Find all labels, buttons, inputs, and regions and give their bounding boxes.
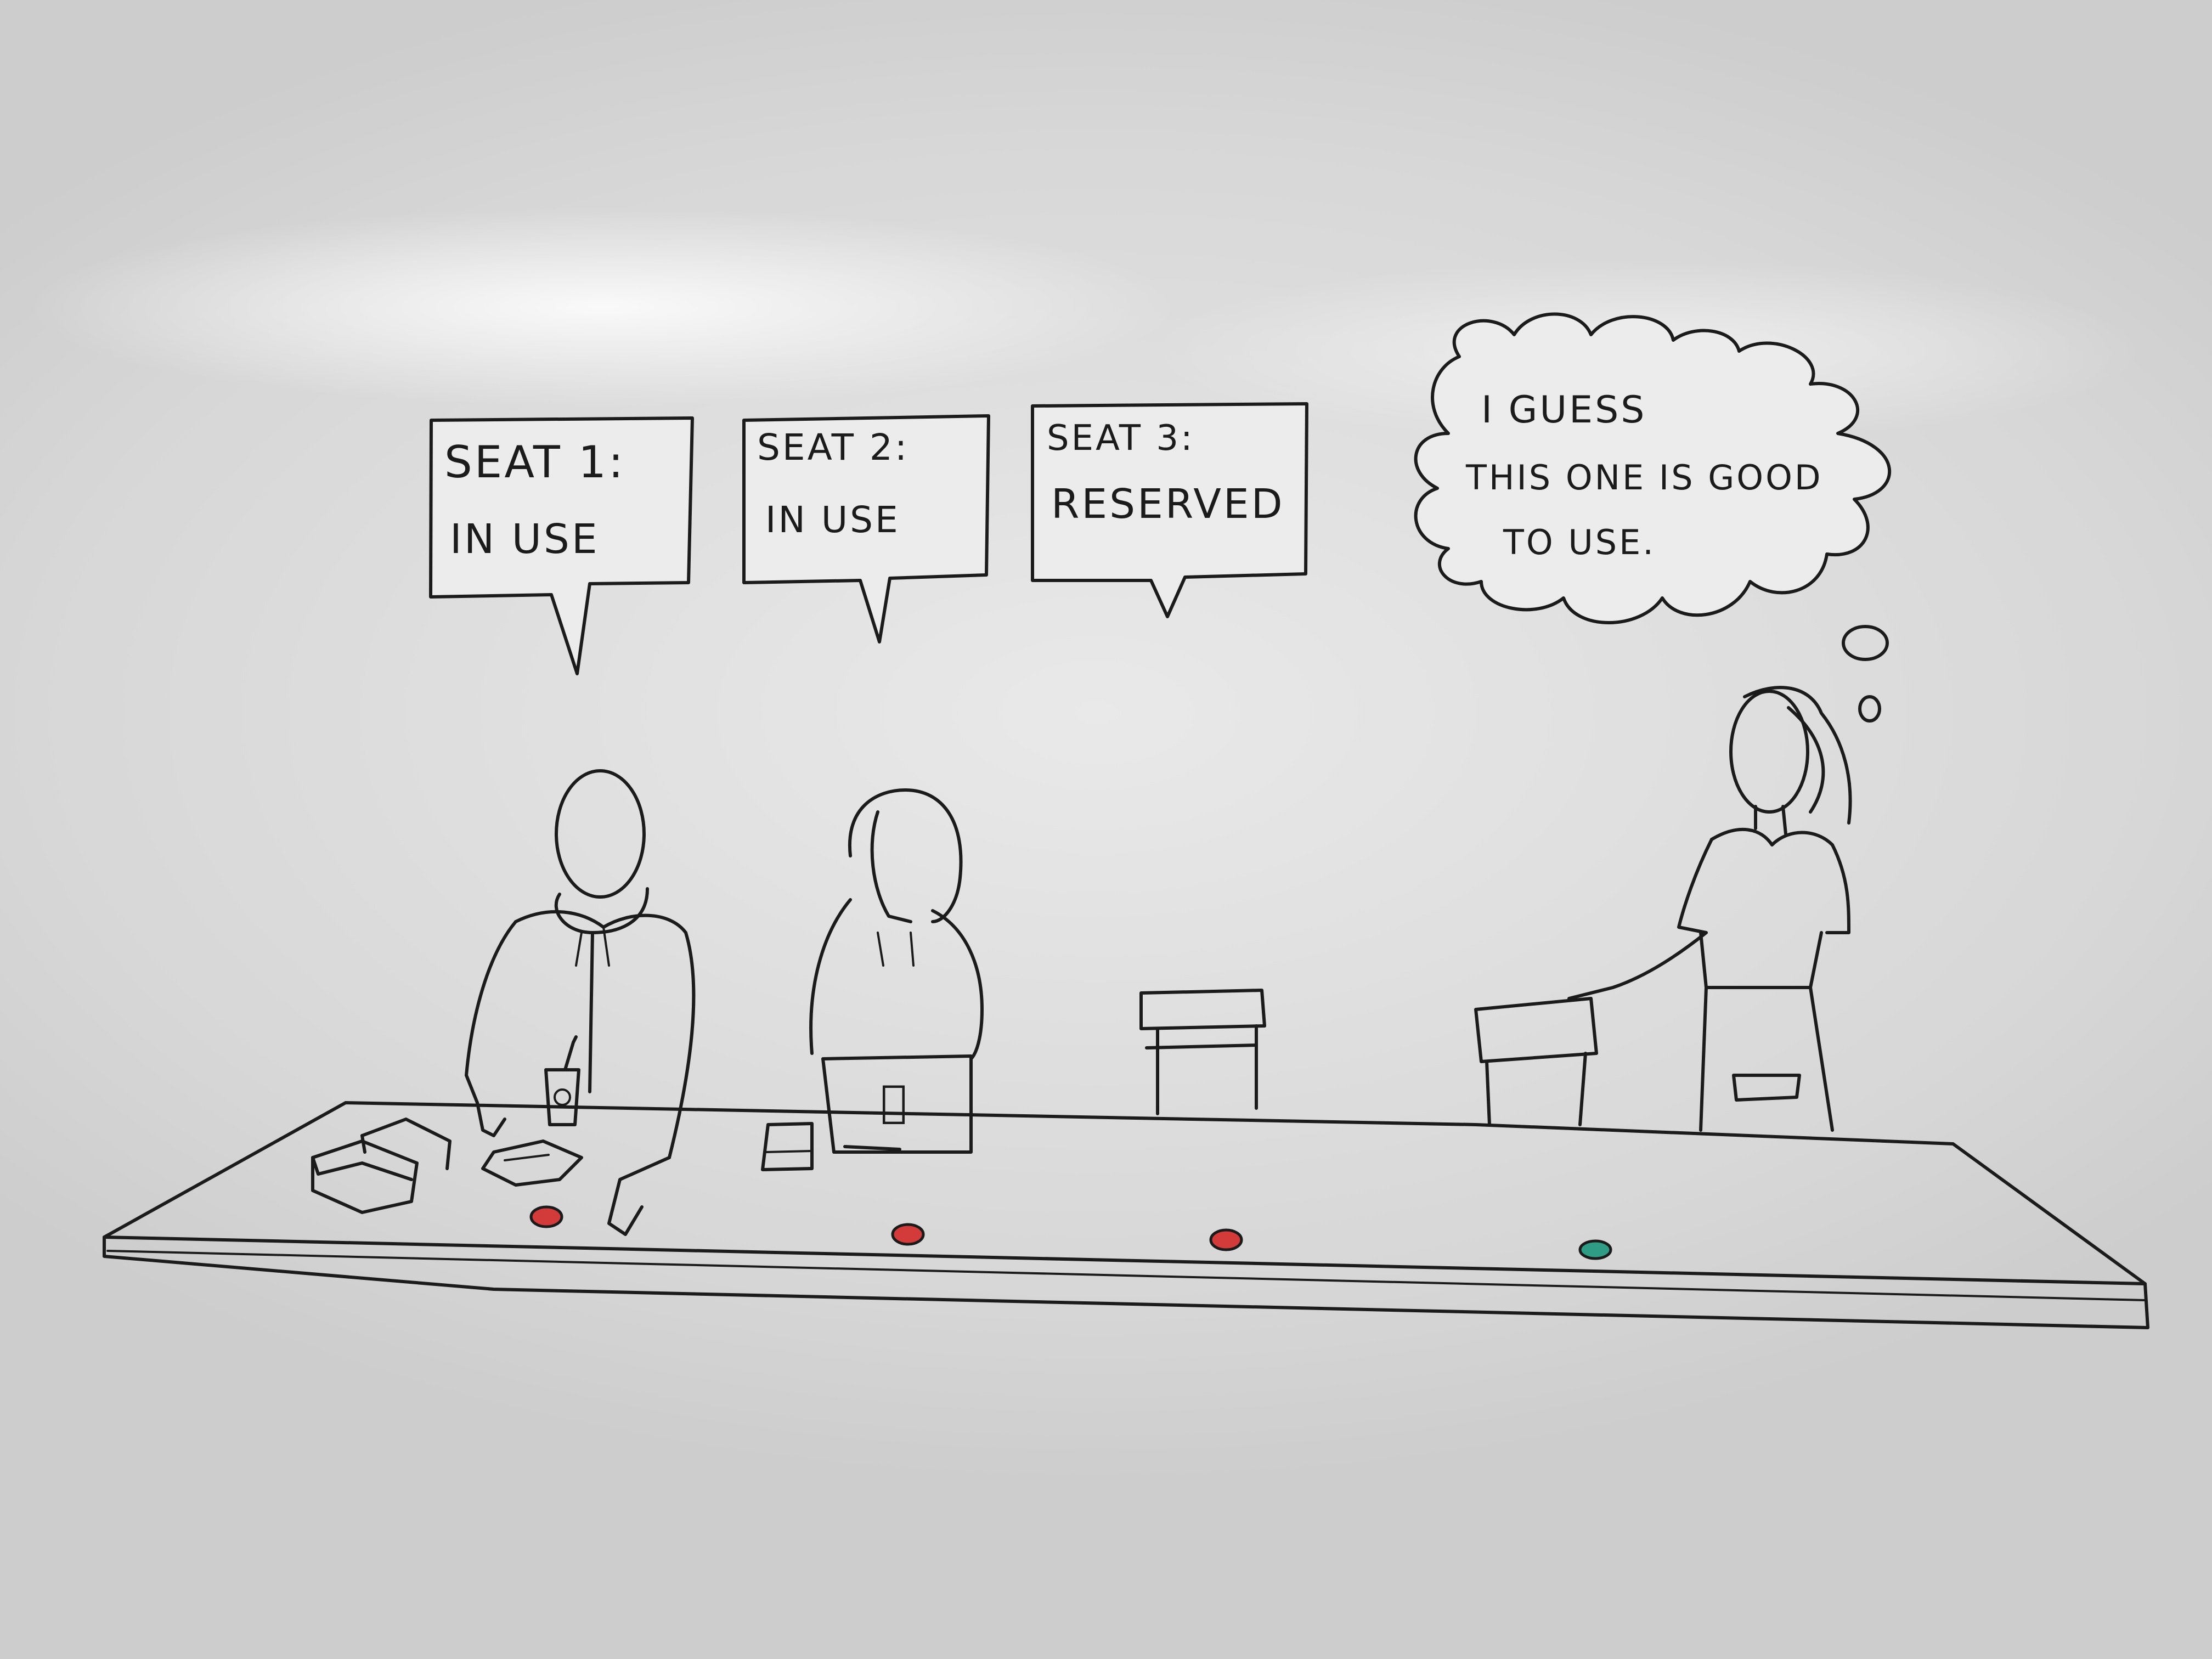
person-1-head — [555, 769, 646, 899]
thought-line-1: I GUESS — [1481, 388, 1646, 432]
long-table — [103, 1101, 2149, 1329]
seat-4-indicator-green — [1578, 1239, 1612, 1260]
seat-2-indicator-red — [891, 1223, 925, 1246]
whiteboard-drawing: SEAT 1: IN USE SEAT 2: IN USE SEAT 3: RE… — [0, 0, 2212, 1659]
person-seat-2 — [809, 788, 984, 1060]
food-container — [311, 1118, 452, 1214]
thought-line-3: TO USE. — [1503, 522, 1656, 562]
thought-dot-large — [1842, 625, 1889, 661]
seat-3-indicator-red — [1209, 1228, 1243, 1251]
speech-bubble-seat-3: SEAT 3: RESERVED — [1031, 402, 1308, 618]
seat-2-label: SEAT 2: — [757, 426, 909, 469]
sketch-canvas: SEAT 1: IN USE SEAT 2: IN USE SEAT 3: RE… — [103, 312, 2149, 1329]
seat-3-label: SEAT 3: — [1047, 418, 1195, 459]
apple-logo-icon:  — [881, 1076, 907, 1127]
seat-2-status: IN USE — [765, 499, 900, 541]
person-standing — [1567, 686, 1852, 1132]
phone-on-table — [761, 1122, 814, 1171]
speech-bubble-seat-2: SEAT 2: IN USE — [742, 414, 990, 644]
seat-1-label: SEAT 1: — [444, 437, 625, 488]
person-seat-1 — [465, 769, 696, 1236]
speech-bubble-seat-1: SEAT 1: IN USE — [429, 416, 694, 675]
chair-seat-4 — [1474, 997, 1598, 1126]
laptop:  — [821, 1054, 973, 1154]
seat-3-status: RESERVED — [1051, 481, 1285, 528]
thought-line-2: THIS ONE IS GOOD — [1465, 458, 1823, 498]
person-3-head — [1729, 690, 1809, 814]
seat-1-indicator-red — [529, 1205, 563, 1228]
empty-chair — [1139, 989, 1266, 1115]
seat-1-status: IN USE — [450, 516, 600, 563]
thought-dot-small — [1858, 695, 1881, 723]
drink-cup — [544, 1035, 580, 1126]
napkin — [481, 1139, 583, 1187]
thought-bubble: I GUESS THIS ONE IS GOOD TO USE. — [1414, 312, 1892, 723]
